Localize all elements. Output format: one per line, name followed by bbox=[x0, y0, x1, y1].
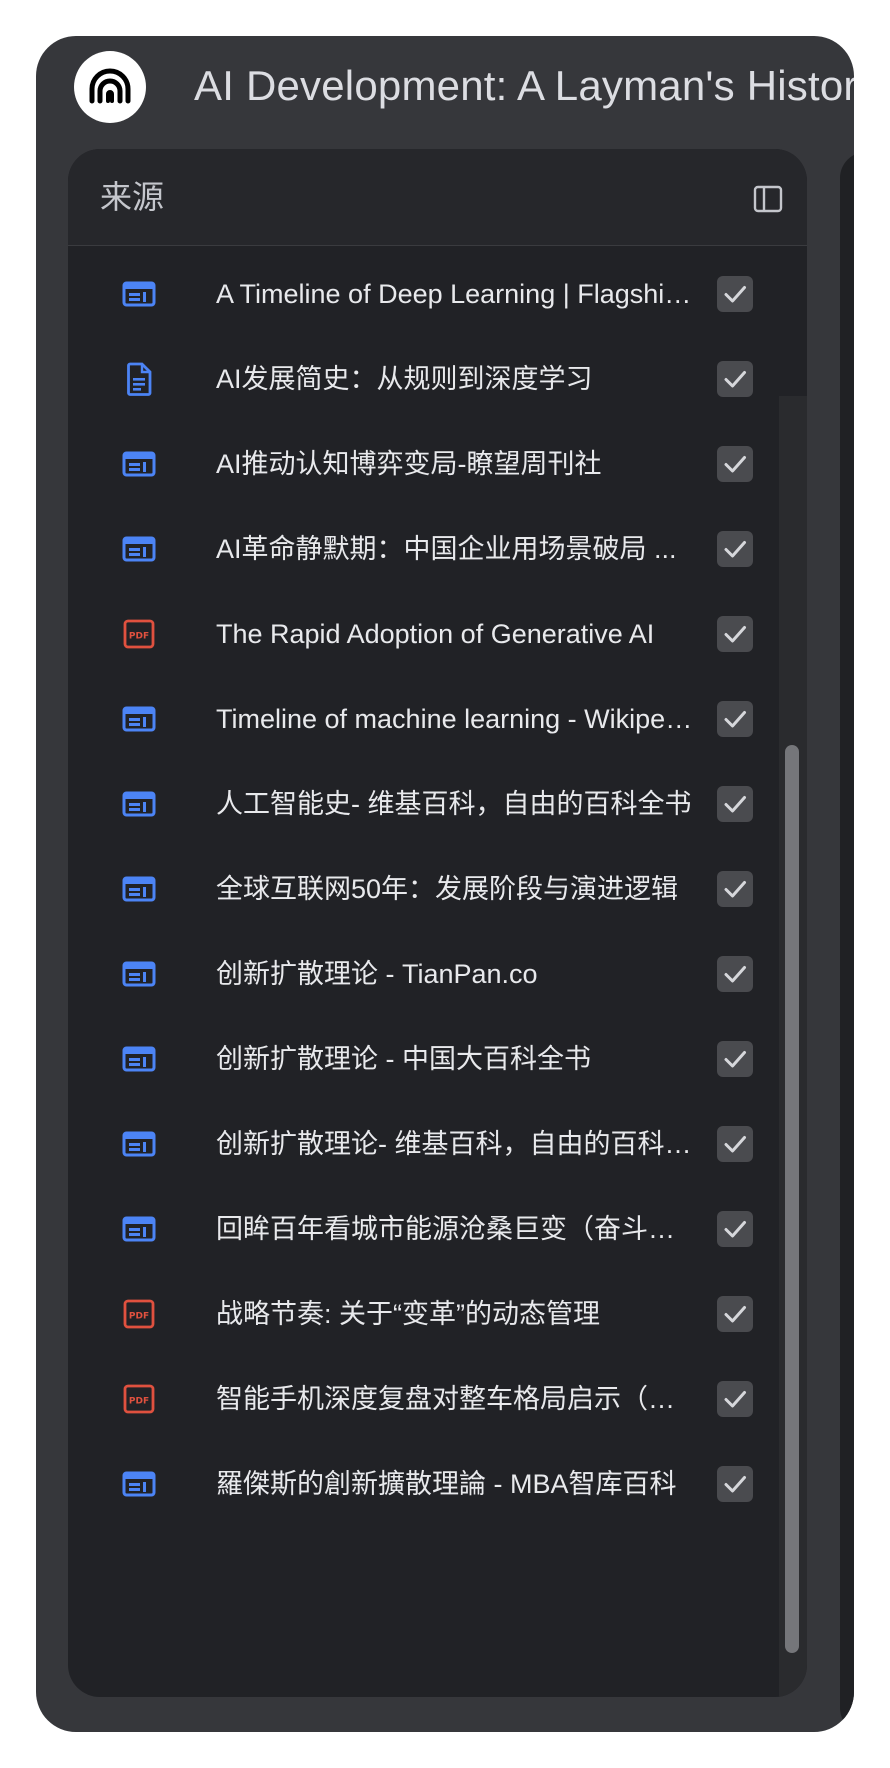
source-item[interactable]: 创新扩散理论 - TianPan.co bbox=[68, 926, 768, 1022]
source-checkbox[interactable] bbox=[717, 1466, 753, 1502]
source-checkbox[interactable] bbox=[717, 446, 753, 482]
source-item-label: 人工智能史- 维基百科，自由的百科全书 bbox=[216, 789, 692, 819]
svg-text:PDF: PDF bbox=[129, 1397, 149, 1407]
web-page-icon bbox=[122, 702, 156, 736]
source-item[interactable]: AI革命静默期：中国企业用场景破局 ... bbox=[68, 501, 768, 597]
web-page-icon bbox=[122, 447, 156, 481]
source-item-label: AI革命静默期：中国企业用场景破局 ... bbox=[216, 534, 677, 564]
source-item[interactable]: 全球互联网50年：发展阶段与演进逻辑 bbox=[68, 841, 768, 937]
notebooklm-logo-icon[interactable] bbox=[74, 51, 146, 123]
sources-panel: 来源 A Timeline of Deep Learning | Flagshi… bbox=[68, 149, 807, 1697]
source-item-label: 创新扩散理论 - 中国大百科全书 bbox=[216, 1044, 591, 1074]
source-item[interactable]: A Timeline of Deep Learning | Flagship P… bbox=[68, 246, 768, 342]
checkmark-icon bbox=[724, 711, 746, 728]
source-checkbox[interactable] bbox=[717, 1381, 753, 1417]
source-item-label: The Rapid Adoption of Generative AI bbox=[216, 619, 655, 649]
web-page-icon bbox=[122, 1212, 156, 1246]
source-item[interactable]: 创新扩散理论 - 中国大百科全书 bbox=[68, 1011, 768, 1107]
source-checkbox[interactable] bbox=[717, 956, 753, 992]
source-checkbox[interactable] bbox=[717, 361, 753, 397]
web-page-icon bbox=[122, 1127, 156, 1161]
web-page-icon bbox=[122, 277, 156, 311]
source-checkbox[interactable] bbox=[717, 786, 753, 822]
source-item[interactable]: 回眸百年看城市能源沧桑巨变（奋斗百年路） bbox=[68, 1181, 768, 1277]
checkmark-icon bbox=[724, 1476, 746, 1493]
checkmark-icon bbox=[724, 626, 746, 643]
source-checkbox[interactable] bbox=[717, 1126, 753, 1162]
svg-text:PDF: PDF bbox=[129, 1312, 149, 1322]
web-page-icon bbox=[122, 1467, 156, 1501]
source-item[interactable]: PDF 战略节奏: 关于“变革”的动态管理 bbox=[68, 1266, 768, 1362]
checkmark-icon bbox=[724, 541, 746, 558]
source-checkbox[interactable] bbox=[717, 701, 753, 737]
web-page-icon bbox=[122, 1042, 156, 1076]
scrollbar-thumb[interactable] bbox=[785, 745, 799, 1653]
source-item[interactable]: 人工智能史- 维基百科，自由的百科全书 bbox=[68, 756, 768, 852]
pdf-icon: PDF bbox=[122, 1297, 156, 1331]
source-item-label: 创新扩散理论- 维基百科，自由的百科全书 bbox=[216, 1129, 696, 1159]
checkmark-icon bbox=[724, 1221, 746, 1238]
source-item[interactable]: Timeline of machine learning - Wikipedia bbox=[68, 671, 768, 767]
web-page-icon bbox=[122, 957, 156, 991]
source-item[interactable]: 羅傑斯的創新擴散理論 - MBA智库百科 bbox=[68, 1436, 768, 1532]
source-item-label: AI发展简史：从规则到深度学习 bbox=[216, 364, 593, 394]
source-item-label: 战略节奏: 关于“变革”的动态管理 bbox=[216, 1299, 600, 1329]
notebook-title[interactable]: AI Development: A Layman's History bbox=[194, 56, 854, 116]
source-checkbox[interactable] bbox=[717, 531, 753, 567]
source-item-label: 羅傑斯的創新擴散理論 - MBA智库百科 bbox=[216, 1469, 677, 1499]
source-item-label: 全球互联网50年：发展阶段与演进逻辑 bbox=[216, 874, 679, 904]
source-item[interactable]: PDF 智能手机深度复盘对整车格局启示（汽车） bbox=[68, 1351, 768, 1447]
checkmark-icon bbox=[724, 966, 746, 983]
checkmark-icon bbox=[724, 796, 746, 813]
svg-text:PDF: PDF bbox=[129, 632, 149, 642]
app-window: AI Development: A Layman's History 来源 A … bbox=[36, 36, 854, 1732]
source-item-label: Timeline of machine learning - Wikipedia bbox=[216, 704, 696, 734]
checkmark-icon bbox=[724, 1136, 746, 1153]
source-item-label: AI推动认知博弈变局-瞭望周刊社 bbox=[216, 449, 602, 479]
source-item-label: 创新扩散理论 - TianPan.co bbox=[216, 959, 538, 989]
web-page-icon bbox=[122, 532, 156, 566]
source-checkbox[interactable] bbox=[717, 1296, 753, 1332]
source-item[interactable]: AI推动认知博弈变局-瞭望周刊社 bbox=[68, 416, 768, 512]
source-checkbox[interactable] bbox=[717, 616, 753, 652]
document-icon bbox=[122, 362, 156, 396]
pdf-icon: PDF bbox=[122, 1382, 156, 1416]
source-checkbox[interactable] bbox=[717, 1211, 753, 1247]
sources-panel-header: 来源 bbox=[68, 149, 807, 246]
pdf-icon: PDF bbox=[122, 617, 156, 651]
checkmark-icon bbox=[724, 456, 746, 473]
sources-panel-title: 来源 bbox=[100, 179, 165, 215]
source-checkbox[interactable] bbox=[717, 1041, 753, 1077]
checkmark-icon bbox=[724, 881, 746, 898]
web-page-icon bbox=[122, 787, 156, 821]
source-item-label: 智能手机深度复盘对整车格局启示（汽车） bbox=[216, 1384, 696, 1414]
panel-toggle-icon[interactable] bbox=[752, 183, 784, 215]
source-item[interactable]: 创新扩散理论- 维基百科，自由的百科全书 bbox=[68, 1096, 768, 1192]
source-item-label: 回眸百年看城市能源沧桑巨变（奋斗百年路） bbox=[216, 1214, 696, 1244]
checkmark-icon bbox=[724, 1051, 746, 1068]
source-item[interactable]: AI发展简史：从规则到深度学习 bbox=[68, 331, 768, 427]
checkmark-icon bbox=[724, 286, 746, 303]
checkmark-icon bbox=[724, 371, 746, 388]
source-item-label: A Timeline of Deep Learning | Flagship P… bbox=[216, 279, 696, 309]
source-checkbox[interactable] bbox=[717, 871, 753, 907]
checkmark-icon bbox=[724, 1391, 746, 1408]
source-item[interactable]: PDF The Rapid Adoption of Generative AI bbox=[68, 586, 768, 682]
web-page-icon bbox=[122, 872, 156, 906]
source-checkbox[interactable] bbox=[717, 276, 753, 312]
checkmark-icon bbox=[724, 1306, 746, 1323]
chat-panel-edge bbox=[840, 152, 854, 1732]
